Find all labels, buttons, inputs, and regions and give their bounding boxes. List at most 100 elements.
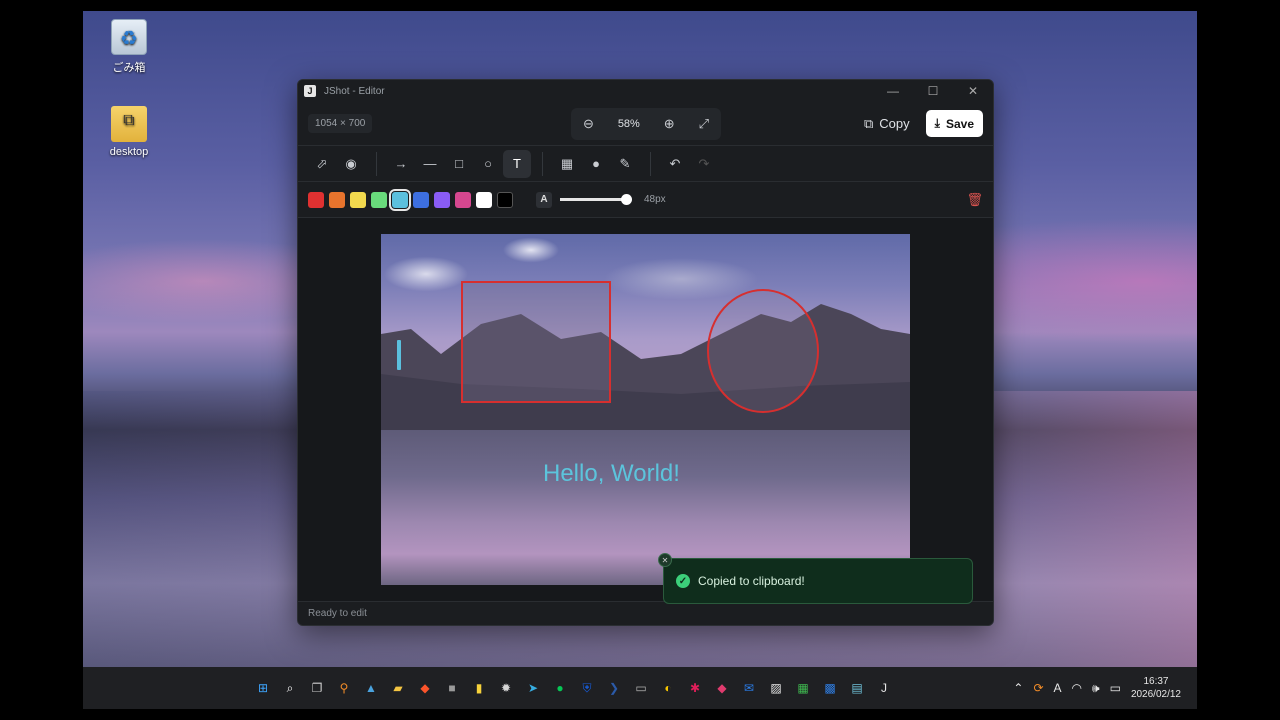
search-icon[interactable]: ⌕: [278, 676, 302, 700]
office-icon[interactable]: ▩: [818, 676, 842, 700]
desktop-icon-label: desktop: [109, 146, 149, 158]
taskbar: ⊞ ⌕ ❐ ⚲ ▲ ▰ ◆ ■ ▮ ✹ ➤ ● ⛨ ❯ ▭ ◐ ✱ ◆ ✉ ▨ ▦ ▩ ▤ J ⌃ ⟳ A ◠ 🕪 ▭ 16:…: [83, 667, 1197, 709]
settings-icon[interactable]: ✹: [494, 676, 518, 700]
divider: [650, 151, 651, 176]
editor-window: J JShot - Editor — ☐ ✕ 1054 × 700 ⊖ 58% …: [297, 79, 994, 626]
color-swatch[interactable]: [389, 188, 411, 211]
tray-chevron-icon[interactable]: ⌃: [1013, 681, 1023, 695]
clock-date: 2026/02/12: [1130, 689, 1181, 700]
notion-icon[interactable]: ▨: [764, 676, 788, 700]
taskbar-apps: ⊞ ⌕ ❐ ⚲ ▲ ▰ ◆ ■ ▮ ✹ ➤ ● ⛨ ❯ ▭ ◐ ✱ ◆ ✉ ▨ ▦ ▩ ▤ J: [251, 667, 899, 709]
window-title: JShot - Editor: [324, 85, 385, 97]
sync-icon[interactable]: ⟳: [1033, 681, 1043, 695]
file-explorer-icon[interactable]: ▰: [386, 676, 410, 700]
status-bar: Ready to edit: [298, 601, 993, 625]
copy-label: Copy: [879, 116, 910, 131]
desktop-icon-desktop-folder[interactable]: desktop: [89, 106, 169, 158]
clock-time: 16:37: [1143, 676, 1169, 687]
volume-icon[interactable]: 🕪: [1092, 681, 1100, 696]
color-swatch[interactable]: [308, 191, 324, 208]
calendar-icon[interactable]: ▦: [791, 676, 815, 700]
text-tool-icon[interactable]: T: [503, 149, 531, 178]
download-icon: ⤓: [934, 116, 940, 130]
notepad-icon[interactable]: ▤: [845, 676, 869, 700]
color-swatch[interactable]: [476, 191, 492, 208]
desktop-icon-label: ごみ箱: [112, 62, 146, 74]
title-bar[interactable]: J JShot - Editor — ☐ ✕: [298, 80, 993, 102]
copy-icon: ⧉: [864, 115, 874, 131]
save-button[interactable]: ⤓ Save: [925, 110, 983, 137]
ellipse-tool-icon[interactable]: ○: [474, 150, 502, 178]
system-tray: ⌃ ⟳ A ◠ 🕪 ▭ 16:37 2026/02/12: [1013, 667, 1181, 709]
photos-icon[interactable]: ▲: [359, 676, 383, 700]
canvas-area[interactable]: Hello, World!: [298, 218, 993, 602]
arrow-tool-icon[interactable]: →: [387, 150, 415, 178]
color-swatch[interactable]: [413, 191, 429, 208]
blur-tool-icon[interactable]: ●: [582, 150, 610, 178]
slack-icon[interactable]: ✱: [683, 676, 707, 700]
brave-icon[interactable]: ◆: [413, 676, 437, 700]
mail-icon[interactable]: ✉: [737, 676, 761, 700]
color-swatch[interactable]: [329, 191, 345, 208]
maximize-button[interactable]: ☐: [913, 84, 953, 98]
telegram-icon[interactable]: ➤: [521, 676, 545, 700]
edited-image[interactable]: Hello, World!: [381, 234, 910, 585]
color-swatch[interactable]: [434, 191, 450, 208]
text-cursor: [397, 340, 401, 370]
text-annotation[interactable]: Hello, World!: [543, 460, 680, 488]
sticky-notes-icon[interactable]: ▮: [467, 676, 491, 700]
terminal-icon[interactable]: ■: [440, 676, 464, 700]
save-label: Save: [945, 116, 974, 131]
trash-icon[interactable]: 🗑: [966, 192, 983, 208]
image-dimensions: 1054 × 700: [308, 114, 373, 133]
undo-icon[interactable]: ↶: [661, 150, 689, 178]
redo-icon[interactable]: ↷: [690, 150, 718, 178]
wifi-icon[interactable]: ◠: [1072, 681, 1082, 695]
copy-button[interactable]: ⧉ Copy: [864, 116, 910, 132]
color-swatch[interactable]: [371, 191, 387, 208]
toast-close-icon[interactable]: ✕: [658, 553, 672, 567]
select-tool-icon[interactable]: ⬀: [308, 150, 336, 178]
size-slider[interactable]: [560, 194, 632, 205]
size-slider-fill: [560, 198, 626, 201]
window-controls: — ☐ ✕: [873, 84, 993, 98]
size-value: 48px: [644, 194, 666, 205]
zoom-level: 58%: [617, 118, 640, 130]
desktop-icon-recycle-bin[interactable]: ごみ箱: [89, 19, 169, 75]
color-swatch[interactable]: [455, 191, 471, 208]
editor-header: 1054 × 700 ⊖ 58% ⊕ ⤢ ⧉ Copy ⤓ Save: [298, 102, 993, 146]
bing-icon[interactable]: ◐: [656, 676, 680, 700]
clock[interactable]: 16:37 2026/02/12: [1131, 675, 1181, 701]
highlighter-tool-icon[interactable]: ✎: [611, 150, 639, 178]
minimize-button[interactable]: —: [873, 84, 913, 98]
ime-icon[interactable]: A: [1054, 681, 1062, 695]
app-logo-icon: J: [304, 85, 316, 97]
fit-screen-icon[interactable]: ⤢: [699, 116, 709, 132]
color-swatch[interactable]: [350, 191, 366, 208]
start-icon[interactable]: ⊞: [251, 676, 275, 700]
blur-rectangle-annotation[interactable]: [461, 281, 611, 403]
line-icon[interactable]: ●: [548, 676, 572, 700]
mosaic-tool-icon[interactable]: ▦: [553, 150, 581, 178]
color-swatch[interactable]: [497, 191, 513, 208]
size-slider-thumb[interactable]: [621, 194, 632, 205]
line-tool-icon[interactable]: —: [416, 150, 444, 178]
close-button[interactable]: ✕: [953, 84, 993, 98]
toast-message: Copied to clipboard!: [698, 574, 805, 588]
battery-icon[interactable]: ▭: [1110, 681, 1121, 695]
console-icon[interactable]: ▭: [629, 676, 653, 700]
pixelate-ellipse-annotation[interactable]: [707, 289, 819, 413]
search-app-icon[interactable]: ⚲: [332, 676, 356, 700]
brave-beta-icon[interactable]: ◆: [710, 676, 734, 700]
zoom-out-icon[interactable]: ⊖: [583, 116, 594, 132]
color-bar: A 48px 🗑: [298, 182, 993, 218]
powershell-icon[interactable]: ❯: [602, 676, 626, 700]
zoom-in-icon[interactable]: ⊕: [664, 116, 675, 132]
bitwarden-icon[interactable]: ⛨: [575, 676, 599, 700]
palette-tool-icon[interactable]: ◉: [337, 150, 365, 178]
recycle-bin-icon: [111, 19, 147, 55]
task-view-icon[interactable]: ❐: [305, 676, 329, 700]
jshot-icon[interactable]: J: [872, 676, 896, 700]
divider: [376, 151, 377, 176]
rectangle-tool-icon[interactable]: □: [445, 150, 473, 178]
